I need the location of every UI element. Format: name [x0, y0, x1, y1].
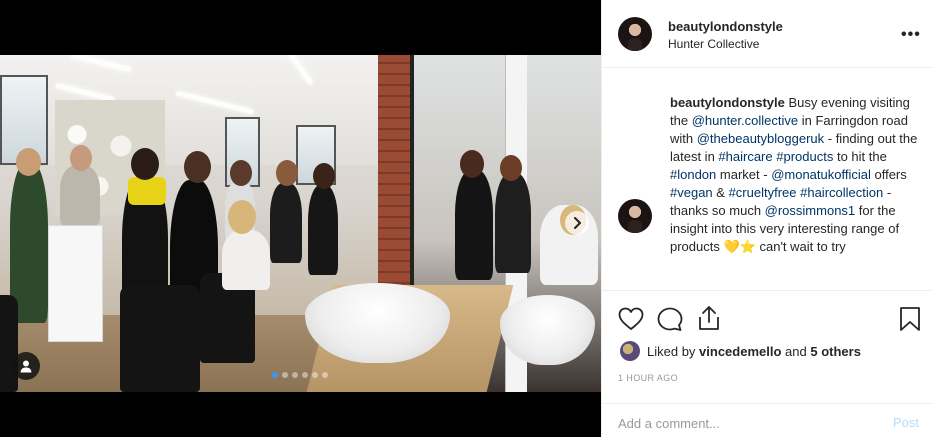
photo-salon-chair [0, 295, 18, 392]
more-options-icon[interactable]: ••• [901, 26, 921, 44]
likes-joiner: and [785, 343, 807, 359]
photo-person-top [128, 177, 166, 205]
heart-icon [618, 307, 644, 330]
user-tag-icon [20, 360, 32, 372]
likes-others-link[interactable]: 5 others [810, 344, 861, 359]
caption-text: & [712, 185, 729, 200]
post-location[interactable]: Hunter Collective [668, 37, 759, 51]
carousel-dot[interactable] [272, 372, 278, 378]
carousel-dot[interactable] [322, 372, 328, 378]
carousel-dot[interactable] [302, 372, 308, 378]
caption-hashtag[interactable]: #haircare [718, 149, 772, 164]
caption-hashtag[interactable]: #vegan [670, 185, 713, 200]
likes-summary: Liked by vincedemello and 5 others [620, 341, 861, 361]
photo-person-head [276, 160, 298, 186]
bookmark-icon [900, 307, 920, 331]
caption-mention[interactable]: @monatukofficial [771, 167, 871, 182]
liker-avatar[interactable] [620, 341, 640, 361]
comment-button[interactable] [657, 307, 683, 336]
caption-text: to hit the [833, 149, 887, 164]
photo-person [270, 183, 302, 263]
photo-person-head [70, 145, 92, 171]
carousel-dot[interactable] [282, 372, 288, 378]
caption-username[interactable]: beautylondonstyle [670, 95, 785, 110]
photo-salon-chair [120, 285, 200, 392]
likes-prefix: Liked by [647, 343, 696, 359]
photo-client-gown [222, 230, 270, 290]
photo-reflection-person [455, 170, 493, 280]
photo-person-head [16, 148, 41, 176]
photo-person [308, 185, 338, 275]
chevron-right-icon [574, 217, 581, 229]
post-comment-button[interactable]: Post [893, 415, 919, 430]
comment-bar: Post [602, 403, 933, 437]
caption-hashtag[interactable]: #products [776, 149, 833, 164]
carousel-dot[interactable] [292, 372, 298, 378]
photo-person [60, 165, 100, 225]
caption-author-avatar[interactable] [618, 199, 652, 233]
photo-client-head [228, 200, 256, 234]
caption-mention[interactable]: @rossimmons1 [765, 203, 856, 218]
caption-hashtag[interactable]: #crueltyfree [729, 185, 797, 200]
author-avatar[interactable] [618, 17, 652, 51]
comment-icon [657, 307, 683, 331]
caption-hashtag[interactable]: #haircollection [800, 185, 883, 200]
caption-text: market - [716, 167, 772, 182]
post-header: beautylondonstyle Hunter Collective ••• [602, 0, 933, 68]
salon-photo[interactable] [0, 55, 601, 392]
photo-reflection-person [495, 173, 531, 273]
liker-username[interactable]: vincedemello [699, 344, 781, 359]
caption-text: can't wait to try [759, 239, 846, 254]
post-details-panel: beautylondonstyle Hunter Collective ••• … [601, 0, 933, 437]
like-button[interactable] [618, 307, 644, 336]
post-actions: Liked by vincedemello and 5 others 1 HOU… [602, 290, 933, 437]
photo-pedestal [48, 225, 103, 342]
post-media [0, 0, 601, 437]
carousel-next-button[interactable] [565, 211, 589, 235]
caption-text: offers [870, 167, 907, 182]
comment-input[interactable] [618, 413, 868, 433]
photo-reflection-head [460, 150, 484, 178]
photo-person-head [230, 160, 252, 186]
photo-person-head [313, 163, 335, 189]
carousel-dot[interactable] [312, 372, 318, 378]
share-button[interactable] [697, 305, 721, 336]
photo-reflection-head [500, 155, 522, 181]
user-tags-button[interactable] [12, 352, 40, 380]
post-caption: beautylondonstyle Busy evening visiting … [670, 94, 920, 290]
caption-hashtag[interactable]: #london [670, 167, 716, 182]
author-username[interactable]: beautylondonstyle [668, 19, 783, 34]
post-timestamp[interactable]: 1 HOUR AGO [618, 373, 678, 383]
photo-person-head [184, 151, 211, 183]
caption-mention[interactable]: @thebeautybloggeruk [697, 131, 824, 146]
share-icon [699, 306, 719, 330]
carousel-indicator [272, 372, 328, 378]
caption-mention[interactable]: @hunter.collective [692, 113, 798, 128]
photo-person-head [131, 148, 159, 180]
save-button[interactable] [899, 306, 921, 337]
